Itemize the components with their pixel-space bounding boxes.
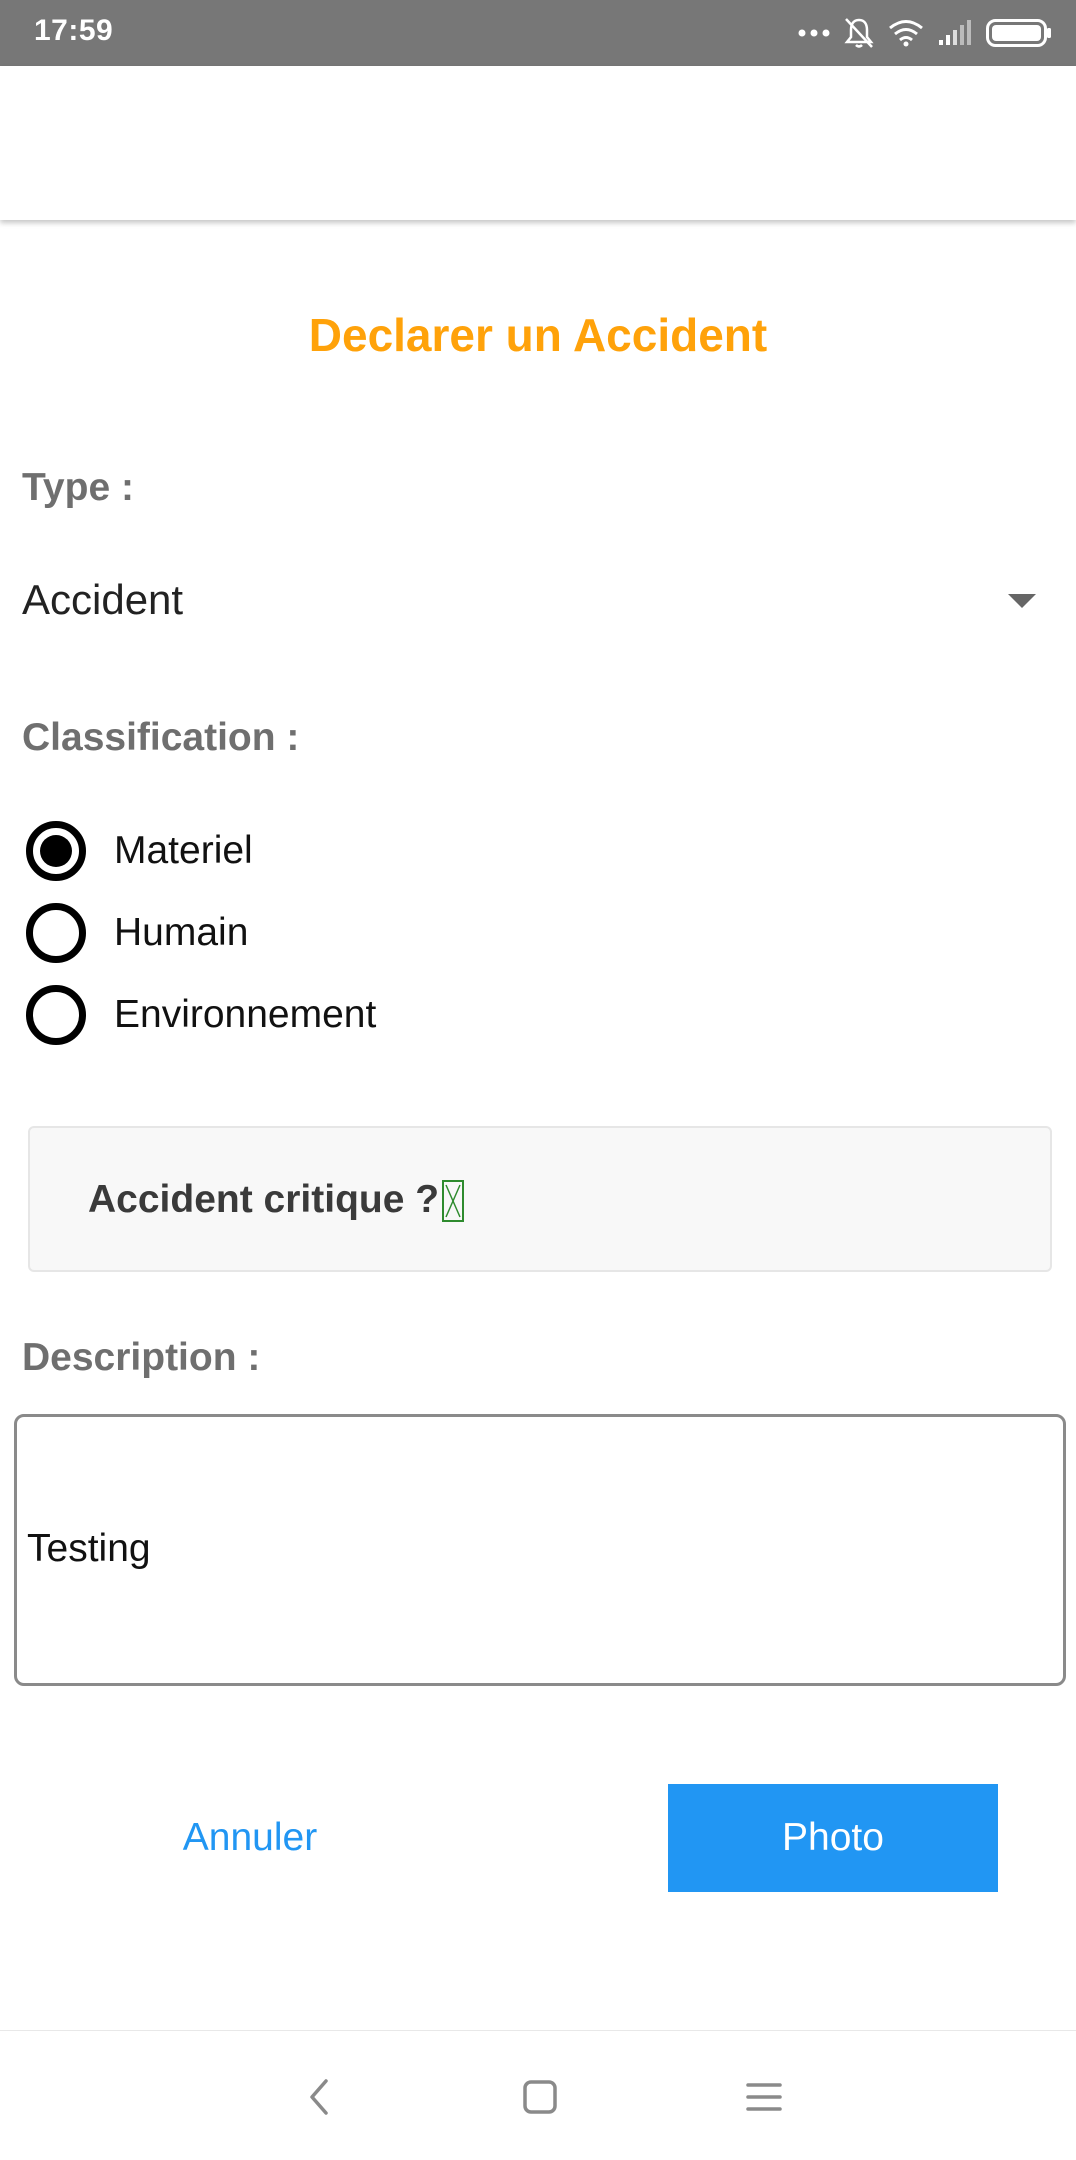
radio-label: Humain [114,911,249,954]
app-bar [0,66,1076,220]
radio-option-materiel[interactable]: Materiel [26,810,626,892]
radio-option-environnement[interactable]: Environnement [26,974,626,1056]
home-icon[interactable] [512,2069,568,2125]
type-dropdown-value: Accident [22,576,184,623]
radio-checked-icon[interactable] [26,821,86,881]
back-icon[interactable] [292,2069,348,2125]
wifi-icon [888,19,924,47]
type-dropdown[interactable]: Accident [22,568,1042,638]
radio-label: Environnement [114,993,377,1036]
battery-icon [986,19,1052,47]
radio-option-humain[interactable]: Humain [26,892,626,974]
system-nav-bar [0,2030,1076,2160]
signal-icon [938,20,972,46]
photo-button[interactable]: Photo [668,1784,998,1892]
radio-unchecked-icon[interactable] [26,985,86,1045]
screen: 17:59 Declarer un Accident Type : Accide… [0,0,1076,2160]
status-bar: 17:59 [0,0,1076,66]
description-text: Testing [27,1527,151,1570]
bell-off-icon [844,17,874,49]
description-textarea[interactable]: Testing [14,1414,1066,1686]
dropdown-arrow-icon [1008,594,1036,608]
radio-label: Materiel [114,829,253,872]
menu-icon[interactable] [736,2069,792,2125]
classification-radio-group: Materiel Humain Environnement [26,810,626,1056]
status-time: 17:59 [34,14,114,47]
page-title: Declarer un Accident [308,309,768,361]
classification-label: Classification : [22,716,300,759]
description-label: Description : [22,1336,261,1379]
checkbox-cross-icon [445,1184,461,1218]
radio-unchecked-icon[interactable] [26,903,86,963]
status-icons [798,12,1052,54]
cancel-button[interactable]: Annuler [120,1784,380,1892]
type-label: Type : [22,466,134,509]
critical-checkbox[interactable] [442,1180,464,1222]
critical-label: Accident critique ? [88,1178,440,1221]
more-dots-icon [798,28,830,38]
critical-accident-box: Accident critique ? [28,1126,1052,1272]
